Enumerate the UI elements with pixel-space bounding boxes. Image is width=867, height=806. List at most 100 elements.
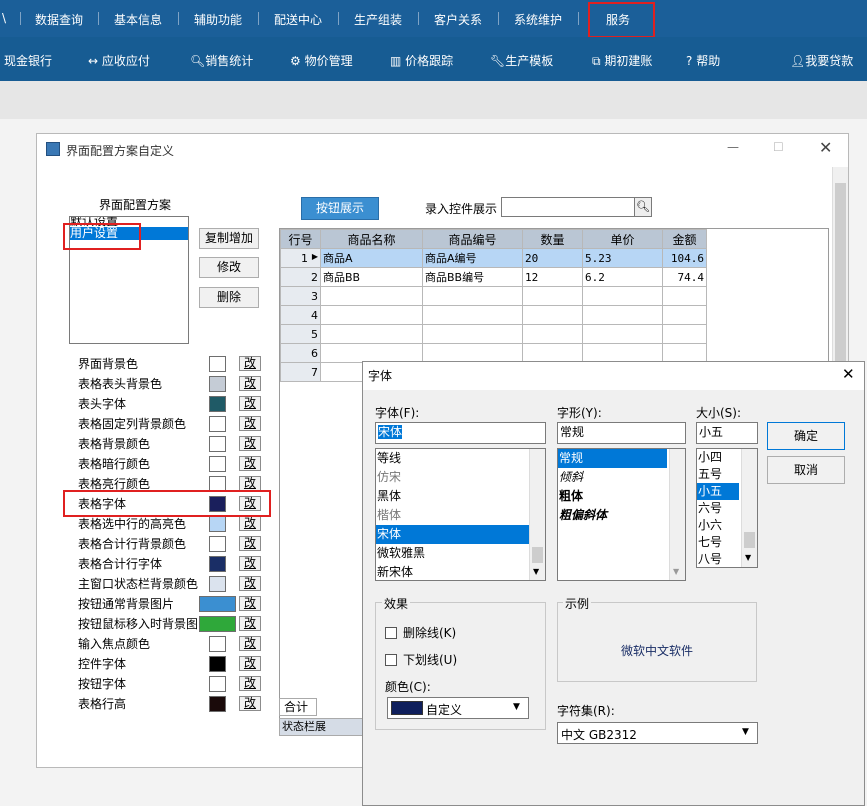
table-cell[interactable] bbox=[422, 324, 523, 344]
table-cell[interactable] bbox=[320, 305, 423, 325]
table-cell[interactable] bbox=[662, 324, 707, 344]
size-list-item[interactable]: 八号 bbox=[697, 551, 739, 567]
subnav-price-track[interactable]: ▥ 价格跟踪 bbox=[390, 52, 453, 69]
search-icon[interactable]: 🔍︎ bbox=[634, 197, 652, 217]
nav-item-customer[interactable]: 客户关系 bbox=[434, 11, 482, 28]
button-display-tab[interactable]: 按钮展示 bbox=[301, 197, 379, 220]
subnav-price-mgmt[interactable]: ⚙ 物价管理 bbox=[290, 52, 353, 69]
table-cell[interactable] bbox=[662, 286, 707, 306]
size-input[interactable]: 小五 bbox=[696, 422, 758, 444]
chevron-down-icon[interactable]: ▼ bbox=[742, 727, 749, 737]
change-button[interactable]: 改 bbox=[239, 636, 261, 651]
table-cell[interactable] bbox=[662, 343, 707, 363]
change-button[interactable]: 改 bbox=[239, 576, 261, 591]
table-row[interactable]: 6 bbox=[280, 343, 707, 363]
font-list-scrollbar[interactable]: ▼ bbox=[529, 449, 545, 580]
table-cell[interactable]: 1 ▶ bbox=[280, 248, 321, 268]
table-cell[interactable]: 商品BB bbox=[320, 267, 423, 287]
font-list-item[interactable]: 楷体 bbox=[376, 506, 545, 525]
change-button[interactable]: 改 bbox=[239, 676, 261, 691]
table-cell[interactable]: 5.23 bbox=[582, 248, 663, 268]
table-cell[interactable]: 6.2 bbox=[582, 267, 663, 287]
color-select[interactable]: 自定义 ▼ bbox=[387, 697, 529, 719]
font-input[interactable]: 宋体 bbox=[375, 422, 546, 444]
table-cell[interactable] bbox=[320, 324, 423, 344]
subnav-help[interactable]: ? 帮助 bbox=[686, 52, 720, 69]
table-cell[interactable]: 商品BB编号 bbox=[422, 267, 523, 287]
font-list-item[interactable]: 新宋体 bbox=[376, 563, 545, 580]
size-list-item[interactable]: 小四 bbox=[697, 449, 739, 466]
table-cell[interactable] bbox=[522, 286, 583, 306]
table-cell[interactable] bbox=[582, 343, 663, 363]
style-list-item[interactable]: 倾斜 bbox=[558, 468, 667, 487]
chevron-down-icon[interactable]: ▼ bbox=[513, 702, 520, 712]
font-list-item[interactable]: 仿宋 bbox=[376, 468, 545, 487]
table-cell[interactable]: 3 bbox=[280, 286, 321, 306]
charset-select[interactable]: 中文 GB2312 ▼ bbox=[557, 722, 758, 744]
table-cell[interactable]: 5 bbox=[280, 324, 321, 344]
change-button[interactable]: 改 bbox=[239, 416, 261, 431]
nav-item-system[interactable]: 系统维护 bbox=[514, 11, 562, 28]
modify-button[interactable]: 修改 bbox=[199, 257, 259, 278]
delete-button[interactable]: 删除 bbox=[199, 287, 259, 308]
table-cell[interactable]: 74.4 bbox=[662, 267, 707, 287]
font-list-item[interactable]: 等线 bbox=[376, 449, 545, 468]
grid-header-cell[interactable]: 行号 bbox=[280, 229, 321, 249]
change-button[interactable]: 改 bbox=[239, 376, 261, 391]
input-control-field[interactable] bbox=[501, 197, 635, 217]
change-button[interactable]: 改 bbox=[239, 536, 261, 551]
subnav-opening[interactable]: ⧉ 期初建账 bbox=[592, 52, 652, 69]
size-list-item[interactable]: 六号 bbox=[697, 500, 739, 517]
table-row[interactable]: 1 ▶ 商品A 商品A编号 20 5.23 104.6 bbox=[280, 248, 707, 268]
table-cell[interactable]: 6 bbox=[280, 343, 321, 363]
change-button[interactable]: 改 bbox=[239, 456, 261, 471]
checkbox-box[interactable] bbox=[385, 654, 397, 666]
table-cell[interactable] bbox=[582, 305, 663, 325]
change-button[interactable]: 改 bbox=[239, 476, 261, 491]
grid-header-cell[interactable]: 商品名称 bbox=[320, 229, 423, 249]
close-icon[interactable]: ✕ bbox=[819, 138, 832, 157]
subnav-loan[interactable]: 👤︎我要贷款 bbox=[790, 52, 853, 69]
font-list-item[interactable]: 宋体 bbox=[376, 525, 545, 544]
size-list-item[interactable]: 小六 bbox=[697, 517, 739, 534]
subnav-sales-stats[interactable]: 🔍︎销售统计 bbox=[190, 52, 253, 69]
table-cell[interactable] bbox=[320, 286, 423, 306]
nav-item-data-query[interactable]: 数据查询 bbox=[35, 11, 83, 28]
size-list-item[interactable]: 五号 bbox=[697, 466, 739, 483]
copy-add-button[interactable]: 复制增加 bbox=[199, 228, 259, 249]
grid-header-cell[interactable]: 金额 bbox=[662, 229, 707, 249]
change-button[interactable]: 改 bbox=[239, 656, 261, 671]
table-cell[interactable] bbox=[320, 343, 423, 363]
nav-item-production[interactable]: 生产组装 bbox=[354, 11, 402, 28]
table-cell[interactable]: 7 bbox=[280, 362, 321, 382]
nav-item-aux[interactable]: 辅助功能 bbox=[194, 11, 242, 28]
size-list-item[interactable]: 七号 bbox=[697, 534, 739, 551]
table-cell[interactable] bbox=[582, 286, 663, 306]
grid-header-cell[interactable]: 商品编号 bbox=[422, 229, 523, 249]
subnav-receivables[interactable]: ↔ 应收应付 bbox=[88, 52, 150, 69]
table-cell[interactable]: 2 bbox=[280, 267, 321, 287]
subnav-cash-bank[interactable]: 现金银行 bbox=[4, 52, 52, 69]
table-cell[interactable] bbox=[422, 305, 523, 325]
style-list[interactable]: 常规 倾斜 粗体 粗偏斜体 ▼ bbox=[557, 448, 686, 581]
table-cell[interactable] bbox=[662, 305, 707, 325]
table-cell[interactable] bbox=[582, 324, 663, 344]
cancel-button[interactable]: 取消 bbox=[767, 456, 845, 484]
nav-item-distribution[interactable]: 配送中心 bbox=[274, 11, 322, 28]
table-cell[interactable] bbox=[522, 305, 583, 325]
font-list-item[interactable]: 黑体 bbox=[376, 487, 545, 506]
font-list-item[interactable]: 微软雅黑 bbox=[376, 544, 545, 563]
table-cell[interactable] bbox=[422, 286, 523, 306]
table-row[interactable]: 5 bbox=[280, 324, 707, 344]
table-row[interactable]: 3 bbox=[280, 286, 707, 306]
nav-item-basic-info[interactable]: 基本信息 bbox=[114, 11, 162, 28]
table-cell[interactable]: 104.6 bbox=[662, 248, 707, 268]
grid-header-cell[interactable]: 数量 bbox=[522, 229, 583, 249]
change-button[interactable]: 改 bbox=[239, 556, 261, 571]
change-button[interactable]: 改 bbox=[239, 516, 261, 531]
style-list-scrollbar[interactable]: ▼ bbox=[669, 449, 685, 580]
grid-header-cell[interactable]: 单价 bbox=[582, 229, 663, 249]
table-cell[interactable]: 4 bbox=[280, 305, 321, 325]
change-button[interactable]: 改 bbox=[239, 616, 261, 631]
style-list-item[interactable]: 粗体 bbox=[558, 487, 667, 506]
